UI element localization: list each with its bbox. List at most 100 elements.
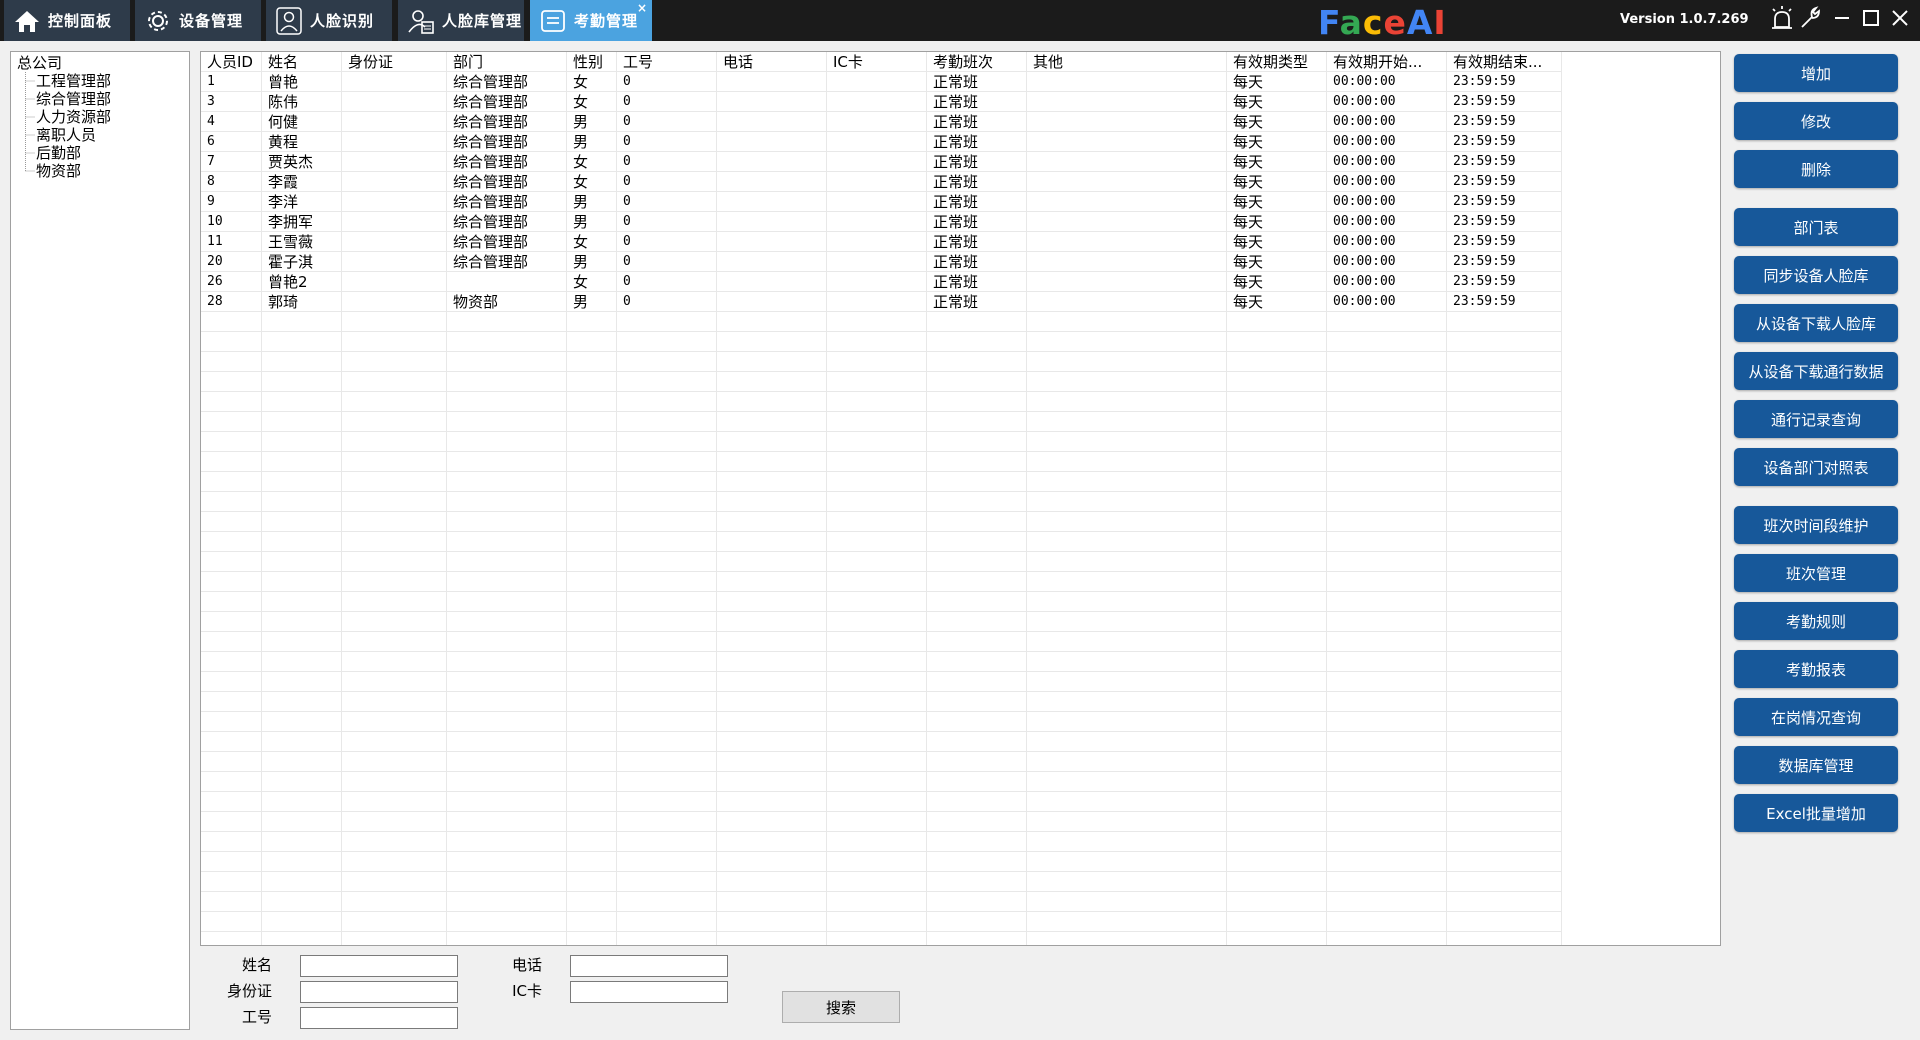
table-row[interactable]	[201, 552, 1562, 572]
table-row[interactable]	[201, 752, 1562, 772]
table-row[interactable]: 3 陈伟 综合管理部女 0 正常班 每天 00:00:00 23:59:59	[201, 92, 1562, 112]
search-button[interactable]: 搜索	[782, 991, 900, 1023]
table-row[interactable]	[201, 772, 1562, 792]
maximize-icon[interactable]	[1857, 4, 1885, 32]
tree-item-logistics[interactable]: 后勤部	[36, 144, 81, 162]
database-management-button[interactable]: 数据库管理	[1734, 746, 1898, 784]
table-row[interactable]	[201, 832, 1562, 852]
table-row[interactable]: 10 李拥军 综合管理部男 0 正常班 每天 00:00:00 23:59:59	[201, 212, 1562, 232]
table-row[interactable]	[201, 412, 1562, 432]
table-row[interactable]	[201, 332, 1562, 352]
table-row[interactable]: 7 贾英杰 综合管理部女 0 正常班 每天 00:00:00 23:59:59	[201, 152, 1562, 172]
delete-button[interactable]: 删除	[1734, 150, 1898, 188]
table-row[interactable]	[201, 592, 1562, 612]
tab-control-panel[interactable]: 控制面板	[4, 0, 130, 41]
column-header-jobno[interactable]: 工号	[617, 52, 717, 72]
tab-attendance-management[interactable]: 考勤管理 ×	[530, 0, 652, 41]
table-row[interactable]	[201, 612, 1562, 632]
add-button[interactable]: 增加	[1734, 54, 1898, 92]
table-row[interactable]: 20 霍子淇 综合管理部男 0 正常班 每天 00:00:00 23:59:59	[201, 252, 1562, 272]
table-row[interactable]	[201, 852, 1562, 872]
table-row[interactable]	[201, 672, 1562, 692]
phone-input[interactable]	[570, 955, 728, 977]
shift-management-button[interactable]: 班次管理	[1734, 554, 1898, 592]
column-header-dept[interactable]: 部门	[447, 52, 567, 72]
table-row[interactable]	[201, 712, 1562, 732]
table-row[interactable]	[201, 872, 1562, 892]
table-row[interactable]	[201, 792, 1562, 812]
table-row[interactable]: 28 郭琦 物资部男 0 正常班 每天 00:00:00 23:59:59	[201, 292, 1562, 312]
table-row[interactable]: 11 王雪薇 综合管理部女 0 正常班 每天 00:00:00 23:59:59	[201, 232, 1562, 252]
column-header-phone[interactable]: 电话	[717, 52, 827, 72]
table-row[interactable]: 1 曾艳 综合管理部女 0 正常班 每天 00:00:00 23:59:59	[201, 72, 1562, 92]
wrench-icon[interactable]	[1797, 4, 1825, 32]
column-header-idcard[interactable]: 身份证	[342, 52, 447, 72]
column-header-gender[interactable]: 性别	[567, 52, 617, 72]
table-row[interactable]	[201, 512, 1562, 532]
table-row[interactable]	[201, 352, 1562, 372]
table-row[interactable]	[201, 372, 1562, 392]
attendance-rules-button[interactable]: 考勤规则	[1734, 602, 1898, 640]
excel-batch-add-button[interactable]: Excel批量增加	[1734, 794, 1898, 832]
personnel-table[interactable]: 人员ID 姓名 身份证 部门 性别 工号 电话 IC卡 考勤班次 其他 有效期类型 有效期开始... 有…	[200, 51, 1721, 946]
tree-item-resigned[interactable]: 离职人员	[36, 126, 96, 144]
table-row[interactable]	[201, 392, 1562, 412]
table-row[interactable]	[201, 632, 1562, 652]
close-icon[interactable]	[1886, 4, 1914, 32]
column-header-name[interactable]: 姓名	[262, 52, 342, 72]
shift-period-button[interactable]: 班次时间段维护	[1734, 506, 1898, 544]
column-header-validstart[interactable]: 有效期开始...	[1327, 52, 1447, 72]
table-row[interactable]	[201, 912, 1562, 932]
alarm-icon[interactable]	[1768, 4, 1796, 32]
minimize-icon[interactable]	[1828, 4, 1856, 32]
table-row[interactable]	[201, 312, 1562, 332]
tree-item-hr[interactable]: 人力资源部	[36, 108, 111, 126]
table-row[interactable]	[201, 812, 1562, 832]
download-face-library-button[interactable]: 从设备下载人脸库	[1734, 304, 1898, 342]
table-row[interactable]	[201, 572, 1562, 592]
table-row[interactable]	[201, 732, 1562, 752]
attendance-report-button[interactable]: 考勤报表	[1734, 650, 1898, 688]
table-row[interactable]: 26 曾艳2 女 0 正常班 每天 00:00:00 23:59:59	[201, 272, 1562, 292]
ic-card-input[interactable]	[570, 981, 728, 1003]
close-tab-icon[interactable]: ×	[637, 1, 648, 15]
column-header-validtype[interactable]: 有效期类型	[1227, 52, 1327, 72]
column-header-shift[interactable]: 考勤班次	[927, 52, 1027, 72]
job-number-input[interactable]	[300, 1007, 458, 1029]
tree-item-engineering[interactable]: 工程管理部	[36, 72, 111, 90]
sync-face-library-button[interactable]: 同步设备人脸库	[1734, 256, 1898, 294]
table-row[interactable]	[201, 532, 1562, 552]
table-row[interactable]: 9 李洋 综合管理部男 0 正常班 每天 00:00:00 23:59:59	[201, 192, 1562, 212]
department-tree[interactable]: 总公司 工程管理部 综合管理部 人力资源部 离职人员 后勤部 物资部	[10, 51, 190, 1030]
cell-ic	[827, 432, 927, 452]
tree-root[interactable]: 总公司	[17, 54, 62, 72]
table-row[interactable]	[201, 472, 1562, 492]
tab-face-library[interactable]: 人脸库管理	[398, 0, 524, 41]
tab-device-management[interactable]: 设备管理	[135, 0, 261, 41]
download-access-data-button[interactable]: 从设备下载通行数据	[1734, 352, 1898, 390]
access-record-query-button[interactable]: 通行记录查询	[1734, 400, 1898, 438]
edit-button[interactable]: 修改	[1734, 102, 1898, 140]
table-row[interactable]: 8 李霞 综合管理部女 0 正常班 每天 00:00:00 23:59:59	[201, 172, 1562, 192]
tree-item-general-admin[interactable]: 综合管理部	[36, 90, 111, 108]
department-table-button[interactable]: 部门表	[1734, 208, 1898, 246]
table-row[interactable]	[201, 652, 1562, 672]
table-row[interactable]	[201, 892, 1562, 912]
table-row[interactable]	[201, 692, 1562, 712]
column-header-validend[interactable]: 有效期结束...	[1447, 52, 1562, 72]
tab-face-recognition[interactable]: 人脸识别	[266, 0, 392, 41]
id-card-input[interactable]	[300, 981, 458, 1003]
column-header-other[interactable]: 其他	[1027, 52, 1227, 72]
column-header-id[interactable]: 人员ID	[201, 52, 262, 72]
table-row[interactable]	[201, 452, 1562, 472]
column-header-ic[interactable]: IC卡	[827, 52, 927, 72]
table-row[interactable]	[201, 492, 1562, 512]
device-department-map-button[interactable]: 设备部门对照表	[1734, 448, 1898, 486]
table-row[interactable]: 4 何健 综合管理部男 0 正常班 每天 00:00:00 23:59:59	[201, 112, 1562, 132]
table-row[interactable]: 6 黄程 综合管理部男 0 正常班 每天 00:00:00 23:59:59	[201, 132, 1562, 152]
name-input[interactable]	[300, 955, 458, 977]
on-duty-query-button[interactable]: 在岗情况查询	[1734, 698, 1898, 736]
tree-item-materials[interactable]: 物资部	[36, 162, 81, 180]
table-row[interactable]	[201, 432, 1562, 452]
table-row[interactable]	[201, 932, 1562, 945]
